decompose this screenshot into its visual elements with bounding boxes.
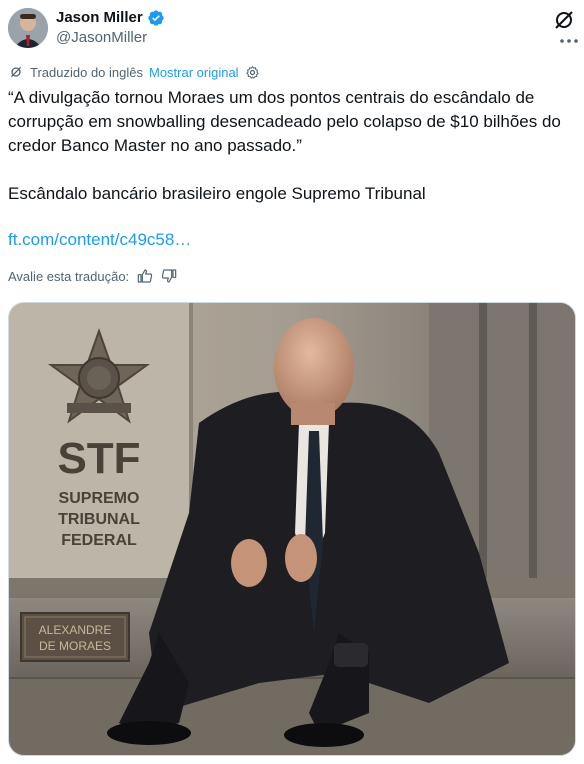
verified-badge-icon — [147, 9, 165, 27]
translation-info: Traduzido do inglês Mostrar original — [8, 64, 260, 80]
rate-translation: Avalie esta tradução: — [8, 268, 177, 284]
avatar-image — [8, 8, 48, 48]
article-link[interactable]: ft.com/content/c49c58… — [8, 230, 191, 250]
grok-icon[interactable] — [552, 8, 576, 32]
rate-translation-label: Avalie esta tradução: — [8, 268, 130, 284]
tweet-image[interactable]: STF SUPREMO TRIBUNAL FEDERAL ALEXANDRE D… — [8, 302, 576, 756]
tweet-header: Jason Miller @JasonMiller — [8, 8, 578, 52]
author-name-row: Jason Miller — [56, 8, 165, 28]
sign-abbreviation: STF — [57, 434, 140, 483]
sign-line-2: TRIBUNAL — [58, 511, 140, 528]
translation-label: Traduzido do inglês — [30, 64, 143, 80]
plaque-line-2: DE MORAES — [39, 639, 111, 653]
thumbs-up-icon[interactable] — [137, 268, 153, 284]
author-name[interactable]: Jason Miller — [56, 8, 143, 28]
gear-icon[interactable] — [245, 65, 260, 80]
avatar[interactable] — [8, 8, 48, 48]
more-options-icon[interactable] — [558, 34, 580, 48]
sign-line-1: SUPREMO — [59, 490, 140, 507]
sign-line-3: FEDERAL — [61, 532, 137, 549]
plaque-line-1: ALEXANDRE — [39, 623, 112, 637]
author-handle[interactable]: @JasonMiller — [56, 29, 147, 46]
show-original-link[interactable]: Mostrar original — [149, 65, 239, 80]
thumbs-down-icon[interactable] — [161, 268, 177, 284]
translate-icon — [8, 64, 24, 80]
name-plaque: ALEXANDRE DE MORAES — [20, 612, 130, 662]
tweet-text: “A divulgação tornou Moraes um dos ponto… — [8, 88, 561, 203]
